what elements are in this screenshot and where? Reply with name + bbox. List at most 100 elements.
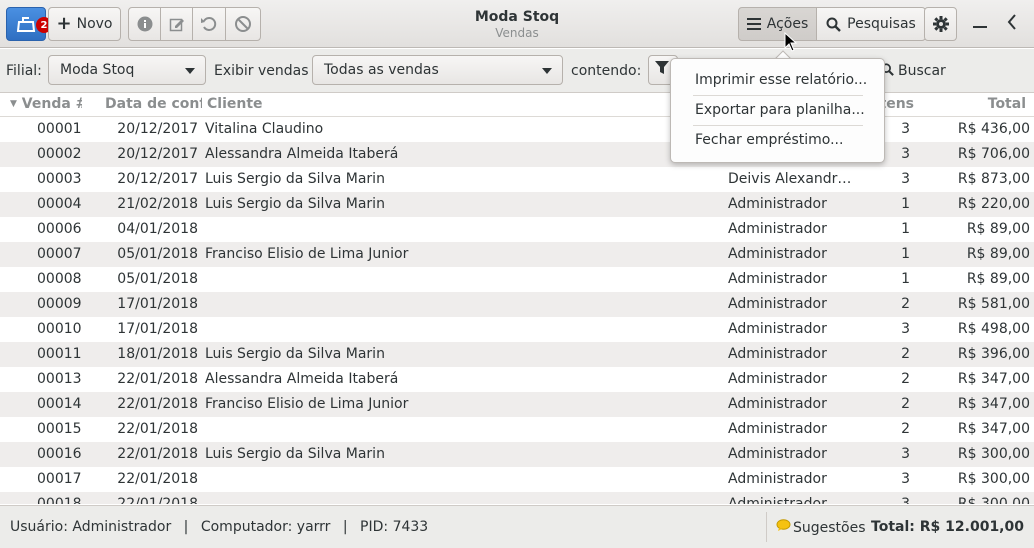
- row-date: 04/01/2018: [117, 221, 198, 237]
- row-total: R$ 396,00: [957, 346, 1030, 362]
- row-total: R$ 220,00: [957, 196, 1030, 212]
- table-row[interactable]: 00018 22/01/2018 Administrador 3 R$ 300,00: [0, 492, 1034, 504]
- table-row[interactable]: 00011 18/01/2018 Luis Sergio da Silva Mari…: [0, 342, 1034, 367]
- row-client: Luis Sergio da Silva Marin: [205, 171, 385, 187]
- row-items: 3: [901, 496, 910, 504]
- launcher-button[interactable]: 2: [6, 7, 52, 41]
- info-icon: [137, 16, 153, 32]
- header-bar: 2 + Novo Moda Stoq Vendas Ações Pesquisa…: [0, 0, 1034, 48]
- status-total-label: Total:: [871, 519, 915, 535]
- undo-icon: [200, 15, 218, 33]
- status-separator: |: [342, 519, 348, 535]
- minimize-icon: [973, 16, 987, 32]
- settings-button[interactable]: [924, 7, 957, 41]
- table-row[interactable]: 00004 21/02/2018 Luis Sergio da Silva Mari…: [0, 192, 1034, 217]
- table-row[interactable]: 00006 04/01/2018 Administrador 1 R$ 89,00: [0, 217, 1034, 242]
- speech-bubble-icon: [776, 519, 791, 536]
- chevron-down-icon: [185, 68, 195, 74]
- row-salesperson: Administrador: [728, 421, 827, 437]
- edit-button[interactable]: [160, 7, 193, 41]
- branch-select[interactable]: Moda Stoq: [48, 55, 206, 85]
- menu-item-print[interactable]: Imprimir esse relatório...: [695, 72, 867, 88]
- row-items: 3: [901, 321, 910, 337]
- branch-select-value: Moda Stoq: [60, 62, 135, 78]
- table-row[interactable]: 00016 22/01/2018 Luis Sergio da Silva Mari…: [0, 442, 1034, 467]
- row-salesperson: Administrador: [728, 271, 827, 287]
- menu-icon: [746, 18, 761, 30]
- show-sales-value: Todas as vendas: [324, 62, 439, 78]
- status-total: Total: R$ 12.001,00: [871, 519, 1024, 535]
- column-sale[interactable]: ▼ Venda #: [10, 96, 82, 112]
- menu-item-close-loan[interactable]: Fechar empréstimo...: [695, 132, 843, 148]
- row-salesperson: Administrador: [728, 246, 827, 262]
- search-icon: [826, 17, 842, 32]
- row-date: 20/12/2017: [117, 171, 198, 187]
- suggestions-label: Sugestões: [793, 519, 866, 536]
- table-row[interactable]: 00017 22/01/2018 Administrador 3 R$ 300,00: [0, 467, 1034, 492]
- row-total: R$ 300,00: [957, 471, 1030, 487]
- column-total[interactable]: Total: [940, 96, 1026, 112]
- suggestions-button[interactable]: Sugestões: [776, 519, 866, 536]
- back-button[interactable]: [1002, 14, 1022, 34]
- sort-desc-icon: ▼: [10, 99, 17, 109]
- row-total: R$ 873,00: [957, 171, 1030, 187]
- row-client: Franciso Elisio de Lima Junior: [205, 246, 409, 262]
- new-button[interactable]: + Novo: [48, 7, 121, 41]
- cancel-button[interactable]: [225, 7, 261, 41]
- status-separator: |: [183, 519, 189, 535]
- row-date: 18/01/2018: [117, 346, 198, 362]
- row-salesperson: Administrador: [728, 446, 827, 462]
- minimize-button[interactable]: [970, 14, 990, 34]
- row-salesperson: Administrador: [728, 346, 827, 362]
- column-client[interactable]: Cliente: [207, 96, 407, 112]
- row-total: R$ 347,00: [957, 421, 1030, 437]
- row-items: 2: [901, 371, 910, 387]
- show-sales-select[interactable]: Todas as vendas: [312, 55, 563, 85]
- status-bar: Usuário: Administrador | Computador: yar…: [0, 505, 1034, 548]
- row-date: 21/02/2018: [117, 196, 198, 212]
- row-total: R$ 706,00: [957, 146, 1030, 162]
- menu-separator: [693, 95, 863, 96]
- app-subtitle: Vendas: [495, 26, 539, 40]
- table-row[interactable]: 00008 05/01/2018 Administrador 1 R$ 89,00: [0, 267, 1034, 292]
- table-row[interactable]: 00003 20/12/2017 Luis Sergio da Silva Mari…: [0, 167, 1034, 192]
- table-row[interactable]: 00015 22/01/2018 Administrador 2 R$ 347,00: [0, 417, 1034, 442]
- branch-label: Filial:: [6, 63, 42, 79]
- column-date[interactable]: Data de confi: [105, 96, 202, 112]
- status-pid: PID: 7433: [360, 519, 429, 535]
- actions-label: Ações: [766, 16, 809, 32]
- row-total: R$ 89,00: [966, 271, 1030, 287]
- table-row[interactable]: 00009 17/01/2018 Administrador 2 R$ 581,00: [0, 292, 1034, 317]
- row-items: 1: [901, 196, 910, 212]
- row-items: 2: [901, 346, 910, 362]
- row-date: 22/01/2018: [117, 446, 198, 462]
- row-date: 22/01/2018: [117, 471, 198, 487]
- row-items: 1: [901, 221, 910, 237]
- status-computer: Computador: yarrr: [200, 519, 331, 535]
- app-title: Moda Stoq: [474, 9, 560, 25]
- table-row[interactable]: 00013 22/01/2018 Alessandra Almeida Itaber…: [0, 367, 1034, 392]
- mouse-cursor-icon: [784, 32, 798, 52]
- edit-icon: [169, 16, 185, 32]
- row-date: 22/01/2018: [117, 496, 198, 504]
- row-date: 22/01/2018: [117, 371, 198, 387]
- containing-label: contendo:: [571, 63, 642, 79]
- search-button[interactable]: Buscar: [881, 61, 946, 81]
- status-divider: [766, 512, 767, 542]
- menu-item-export[interactable]: Exportar para planilha...: [695, 102, 865, 118]
- table-row[interactable]: 00007 05/01/2018 Franciso Elisio de Lima J…: [0, 242, 1034, 267]
- row-salesperson: Deivis Alexandr…: [728, 171, 852, 187]
- row-date: 05/01/2018: [117, 246, 198, 262]
- search-menu-button[interactable]: Pesquisas: [816, 7, 926, 41]
- row-client: Luis Sergio da Silva Marin: [205, 346, 385, 362]
- table-row[interactable]: 00014 22/01/2018 Franciso Elisio de Lima J…: [0, 392, 1034, 417]
- actions-menu: Imprimir esse relatório... Exportar para…: [670, 58, 885, 163]
- row-total: R$ 347,00: [957, 371, 1030, 387]
- undo-button[interactable]: [192, 7, 226, 41]
- info-button[interactable]: [128, 7, 161, 41]
- row-total: R$ 581,00: [957, 296, 1030, 312]
- row-date: 05/01/2018: [117, 271, 198, 287]
- plus-icon: +: [56, 13, 72, 34]
- actions-button[interactable]: Ações: [738, 7, 817, 41]
- table-row[interactable]: 00010 17/01/2018 Administrador 3 R$ 498,00: [0, 317, 1034, 342]
